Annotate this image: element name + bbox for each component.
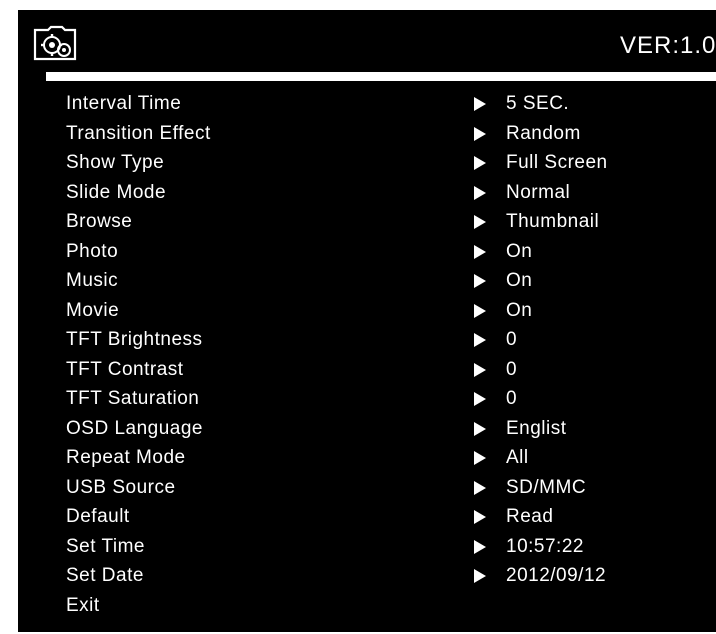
menu-item-value: Random: [506, 122, 581, 144]
menu-item-label: Music: [66, 270, 119, 291]
menu-item-value: Englist: [506, 417, 567, 439]
play-arrow-icon: [474, 333, 486, 347]
menu-item-label: TFT Saturation: [66, 388, 200, 409]
menu-item-value: On: [506, 299, 533, 321]
play-arrow-icon: [474, 126, 486, 141]
settings-menu: Interval Time 5 SEC. Transition Effect Rand…: [18, 90, 716, 621]
menu-item-tft-saturation[interactable]: TFT Saturation 0: [18, 385, 716, 415]
menu-item-label: Photo: [66, 240, 119, 262]
settings-gear-icon: [33, 25, 77, 61]
menu-item-label: Default: [66, 506, 130, 527]
menu-item-value: Full Screen: [506, 152, 608, 173]
menu-item-usb-source[interactable]: USB Source SD/MMC: [18, 474, 716, 504]
play-arrow-icon: [474, 451, 486, 465]
menu-item-value: On: [506, 240, 533, 262]
menu-item-label: OSD Language: [66, 417, 203, 439]
menu-item-value: Thumbnail: [506, 211, 600, 232]
play-arrow-icon: [474, 97, 486, 111]
menu-item-value: SD/MMC: [506, 476, 587, 498]
menu-item-value: 10:57:22: [506, 535, 584, 557]
menu-item-transition-effect[interactable]: Transition Effect Random: [18, 120, 716, 150]
menu-item-tft-contrast[interactable]: TFT Contrast 0: [18, 356, 716, 386]
menu-item-value: All: [506, 447, 529, 468]
menu-item-label: Slide Mode: [66, 181, 167, 203]
play-arrow-icon: [474, 480, 486, 495]
menu-item-repeat-mode[interactable]: Repeat Mode All: [18, 444, 716, 474]
menu-item-label: TFT Brightness: [66, 329, 203, 350]
menu-item-show-type[interactable]: Show Type Full Screen: [18, 149, 716, 179]
menu-item-default[interactable]: Default Read: [18, 503, 716, 533]
play-arrow-icon: [474, 421, 486, 436]
menu-item-interval-time[interactable]: Interval Time 5 SEC.: [18, 90, 716, 120]
version-label: VER:1.0: [620, 32, 716, 59]
menu-item-tft-brightness[interactable]: TFT Brightness 0: [18, 326, 716, 356]
menu-item-osd-language[interactable]: OSD Language Englist: [18, 415, 716, 445]
play-arrow-icon: [474, 362, 486, 377]
play-arrow-icon: [474, 510, 486, 524]
play-arrow-icon: [474, 539, 486, 554]
menu-item-value: 5 SEC.: [506, 93, 570, 114]
menu-item-label: Exit: [66, 594, 100, 616]
menu-item-label: Set Time: [66, 535, 145, 557]
menu-item-label: Set Date: [66, 565, 144, 586]
menu-item-label: Transition Effect: [66, 122, 211, 144]
play-arrow-icon: [474, 274, 486, 288]
play-arrow-icon: [474, 569, 486, 583]
menu-item-movie[interactable]: Movie On: [18, 297, 716, 327]
menu-item-slide-mode[interactable]: Slide Mode Normal: [18, 179, 716, 209]
play-arrow-icon: [474, 244, 486, 259]
menu-item-value: 0: [506, 329, 518, 350]
menu-item-browse[interactable]: Browse Thumbnail: [18, 208, 716, 238]
menu-item-label: USB Source: [66, 476, 176, 498]
menu-item-value: 2012/09/12: [506, 565, 607, 586]
menu-item-value: On: [506, 270, 533, 291]
header-divider: [46, 72, 716, 81]
menu-item-label: Movie: [66, 299, 120, 321]
menu-item-label: TFT Contrast: [66, 358, 184, 380]
menu-item-value: Normal: [506, 181, 571, 203]
menu-item-set-time[interactable]: Set Time 10:57:22: [18, 533, 716, 563]
menu-item-label: Browse: [66, 211, 133, 232]
menu-item-music[interactable]: Music On: [18, 267, 716, 297]
menu-item-label: Repeat Mode: [66, 447, 186, 468]
menu-item-value: 0: [506, 358, 518, 380]
play-arrow-icon: [474, 185, 486, 200]
menu-item-photo[interactable]: Photo On: [18, 238, 716, 268]
play-arrow-icon: [474, 156, 486, 170]
osd-screen: VER:1.0 Interval Time 5 SEC. Transition Ef…: [18, 10, 716, 632]
menu-item-label: Interval Time: [66, 93, 182, 114]
play-arrow-icon: [474, 215, 486, 229]
menu-item-set-date[interactable]: Set Date 2012/09/12: [18, 562, 716, 592]
menu-item-label: Show Type: [66, 152, 165, 173]
menu-item-exit[interactable]: Exit: [18, 592, 716, 622]
play-arrow-icon: [474, 303, 486, 318]
play-arrow-icon: [474, 392, 486, 406]
menu-item-value: 0: [506, 388, 518, 409]
menu-item-value: Read: [506, 506, 554, 527]
